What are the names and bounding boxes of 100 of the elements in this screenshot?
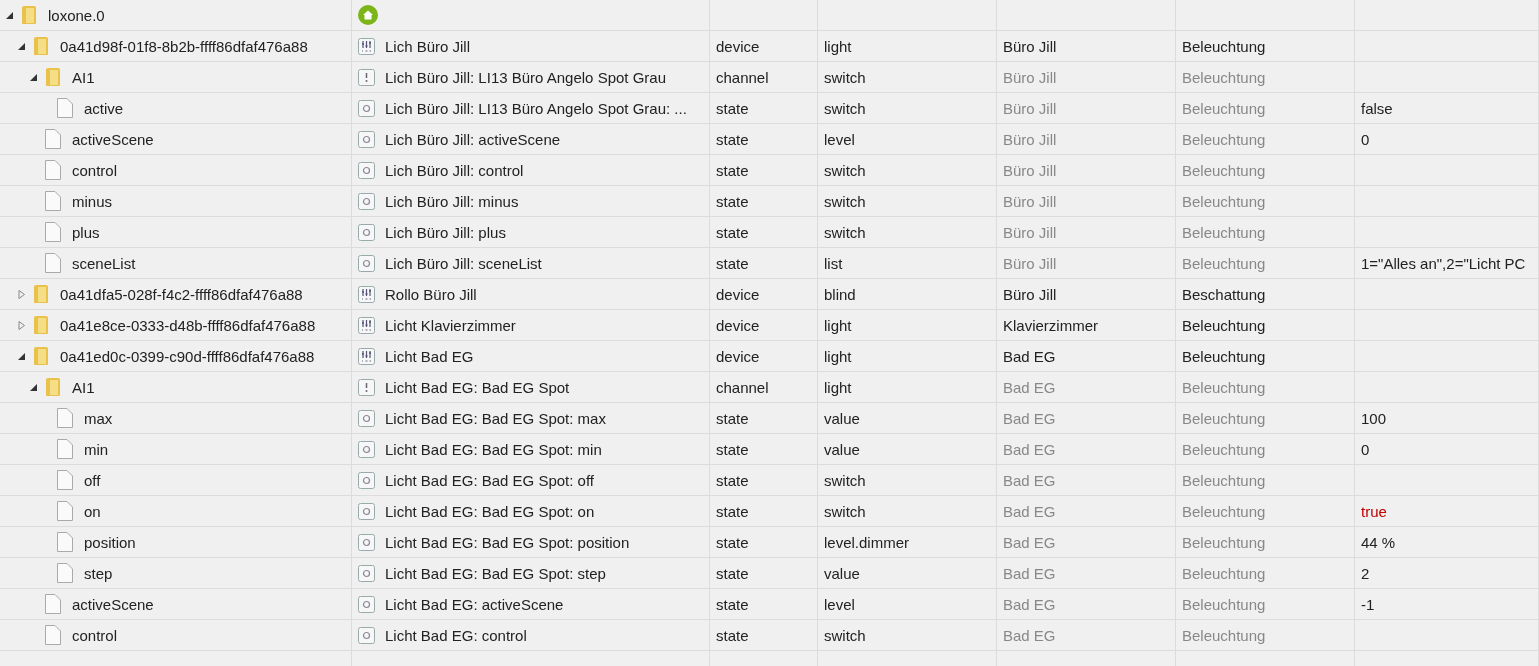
object-id[interactable]: loxone.0 [48,6,105,24]
collapse-arrow-icon[interactable] [29,382,38,392]
room-text: Klavierzimmer [1003,316,1098,334]
state-icon [358,192,375,210]
function-text: Beleuchtung [1182,471,1266,489]
object-role: blind [824,285,856,303]
object-name: Licht Bad EG: Bad EG Spot [385,378,570,396]
object-name: Licht Bad EG: activeScene [385,595,564,613]
folder-icon [32,36,50,56]
object-role: switch [824,223,866,241]
file-icon [56,97,74,119]
room-text: Büro Jill [1003,161,1057,179]
function-text: Beleuchtung [1182,316,1266,334]
object-id[interactable]: control [72,161,118,179]
object-name: Licht Klavierzimmer [385,316,516,334]
room-text: Bad EG [1003,409,1056,427]
room-text: Büro Jill [1003,130,1057,148]
room-text: Büro Jill [1003,285,1057,303]
state-value[interactable]: 44 % [1361,533,1396,551]
function-text: Beleuchtung [1182,502,1266,520]
object-id[interactable]: active [84,99,124,117]
object-id[interactable]: AI1 [72,68,95,86]
object-type: state [716,595,749,613]
file-icon [56,562,74,584]
function-text: Beleuchtung [1182,595,1266,613]
sliders-icon [358,347,375,365]
object-type: state [716,564,749,582]
object-id[interactable]: 0a41e8ce-0333-d48b-ffff86dfaf476a88 [60,316,316,334]
object-id[interactable]: step [84,564,113,582]
function-text: Beleuchtung [1182,347,1266,365]
object-type: state [716,99,749,117]
function-text: Beschattung [1182,285,1266,303]
object-id[interactable]: control [72,626,118,644]
object-id[interactable]: AI1 [72,378,95,396]
state-icon [358,99,375,117]
state-value[interactable]: true [1361,502,1387,520]
object-id[interactable]: position [84,533,136,551]
collapse-arrow-icon[interactable] [17,41,26,51]
room-text: Bad EG [1003,626,1056,644]
object-id[interactable]: off [84,471,101,489]
object-type: device [716,316,760,334]
object-name: Lich Büro Jill: activeScene [385,130,561,148]
state-value[interactable]: -1 [1361,595,1375,613]
function-text: Beleuchtung [1182,378,1266,396]
object-id[interactable]: activeScene [72,130,154,148]
object-type: state [716,533,749,551]
state-icon [358,471,375,489]
object-role: list [824,254,843,272]
room-text: Büro Jill [1003,254,1057,272]
room-text: Büro Jill [1003,192,1057,210]
object-role: light [824,316,852,334]
file-icon [44,159,62,181]
object-id[interactable]: 0a41ed0c-0399-c90d-ffff86dfaf476a88 [60,347,315,365]
collapse-arrow-icon[interactable] [17,351,26,361]
object-name: Lich Büro Jill: LI13 Büro Angelo Spot Grau: ... [385,99,687,117]
object-id[interactable]: 0a41dfa5-028f-f4c2-ffff86dfaf476a88 [60,285,303,303]
object-type: state [716,471,749,489]
state-value[interactable]: 0 [1361,440,1370,458]
state-icon [358,564,375,582]
object-role: light [824,347,852,365]
file-icon [44,128,62,150]
object-role: switch [824,626,866,644]
object-name: Licht Bad EG: Bad EG Spot: step [385,564,606,582]
room-text: Büro Jill [1003,99,1057,117]
state-value[interactable]: 100 [1361,409,1387,427]
function-text: Beleuchtung [1182,564,1266,582]
object-role: switch [824,471,866,489]
collapse-arrow-icon[interactable] [29,72,38,82]
folder-icon [32,284,50,304]
object-id[interactable]: activeScene [72,595,154,613]
function-text: Beleuchtung [1182,223,1266,241]
collapse-arrow-icon[interactable] [5,10,14,20]
object-id[interactable]: minus [72,192,112,210]
state-value[interactable]: false [1361,99,1393,117]
room-text: Bad EG [1003,347,1056,365]
object-role: level [824,595,855,613]
channel-icon [358,378,375,396]
object-id[interactable]: plus [72,223,100,241]
state-value[interactable]: 1="Alles an",2="Licht PC [1361,254,1526,272]
sliders-icon [358,285,375,303]
state-icon [358,161,375,179]
object-id[interactable]: max [84,409,113,427]
channel-icon [358,68,375,86]
file-icon [56,469,74,491]
folder-icon [32,315,50,335]
room-text: Büro Jill [1003,223,1057,241]
object-id[interactable]: on [84,502,101,520]
room-text: Bad EG [1003,533,1056,551]
sliders-icon [358,316,375,334]
function-text: Beleuchtung [1182,192,1266,210]
object-role: value [824,564,860,582]
sliders-icon [358,37,375,55]
room-text: Bad EG [1003,502,1056,520]
object-id[interactable]: 0a41d98f-01f8-8b2b-ffff86dfaf476a88 [60,37,308,55]
state-value[interactable]: 2 [1361,564,1370,582]
object-id[interactable]: sceneList [72,254,136,272]
object-id[interactable]: min [84,440,109,458]
state-icon [358,223,375,241]
object-name: Licht Bad EG: Bad EG Spot: position [385,533,630,551]
state-value[interactable]: 0 [1361,130,1370,148]
